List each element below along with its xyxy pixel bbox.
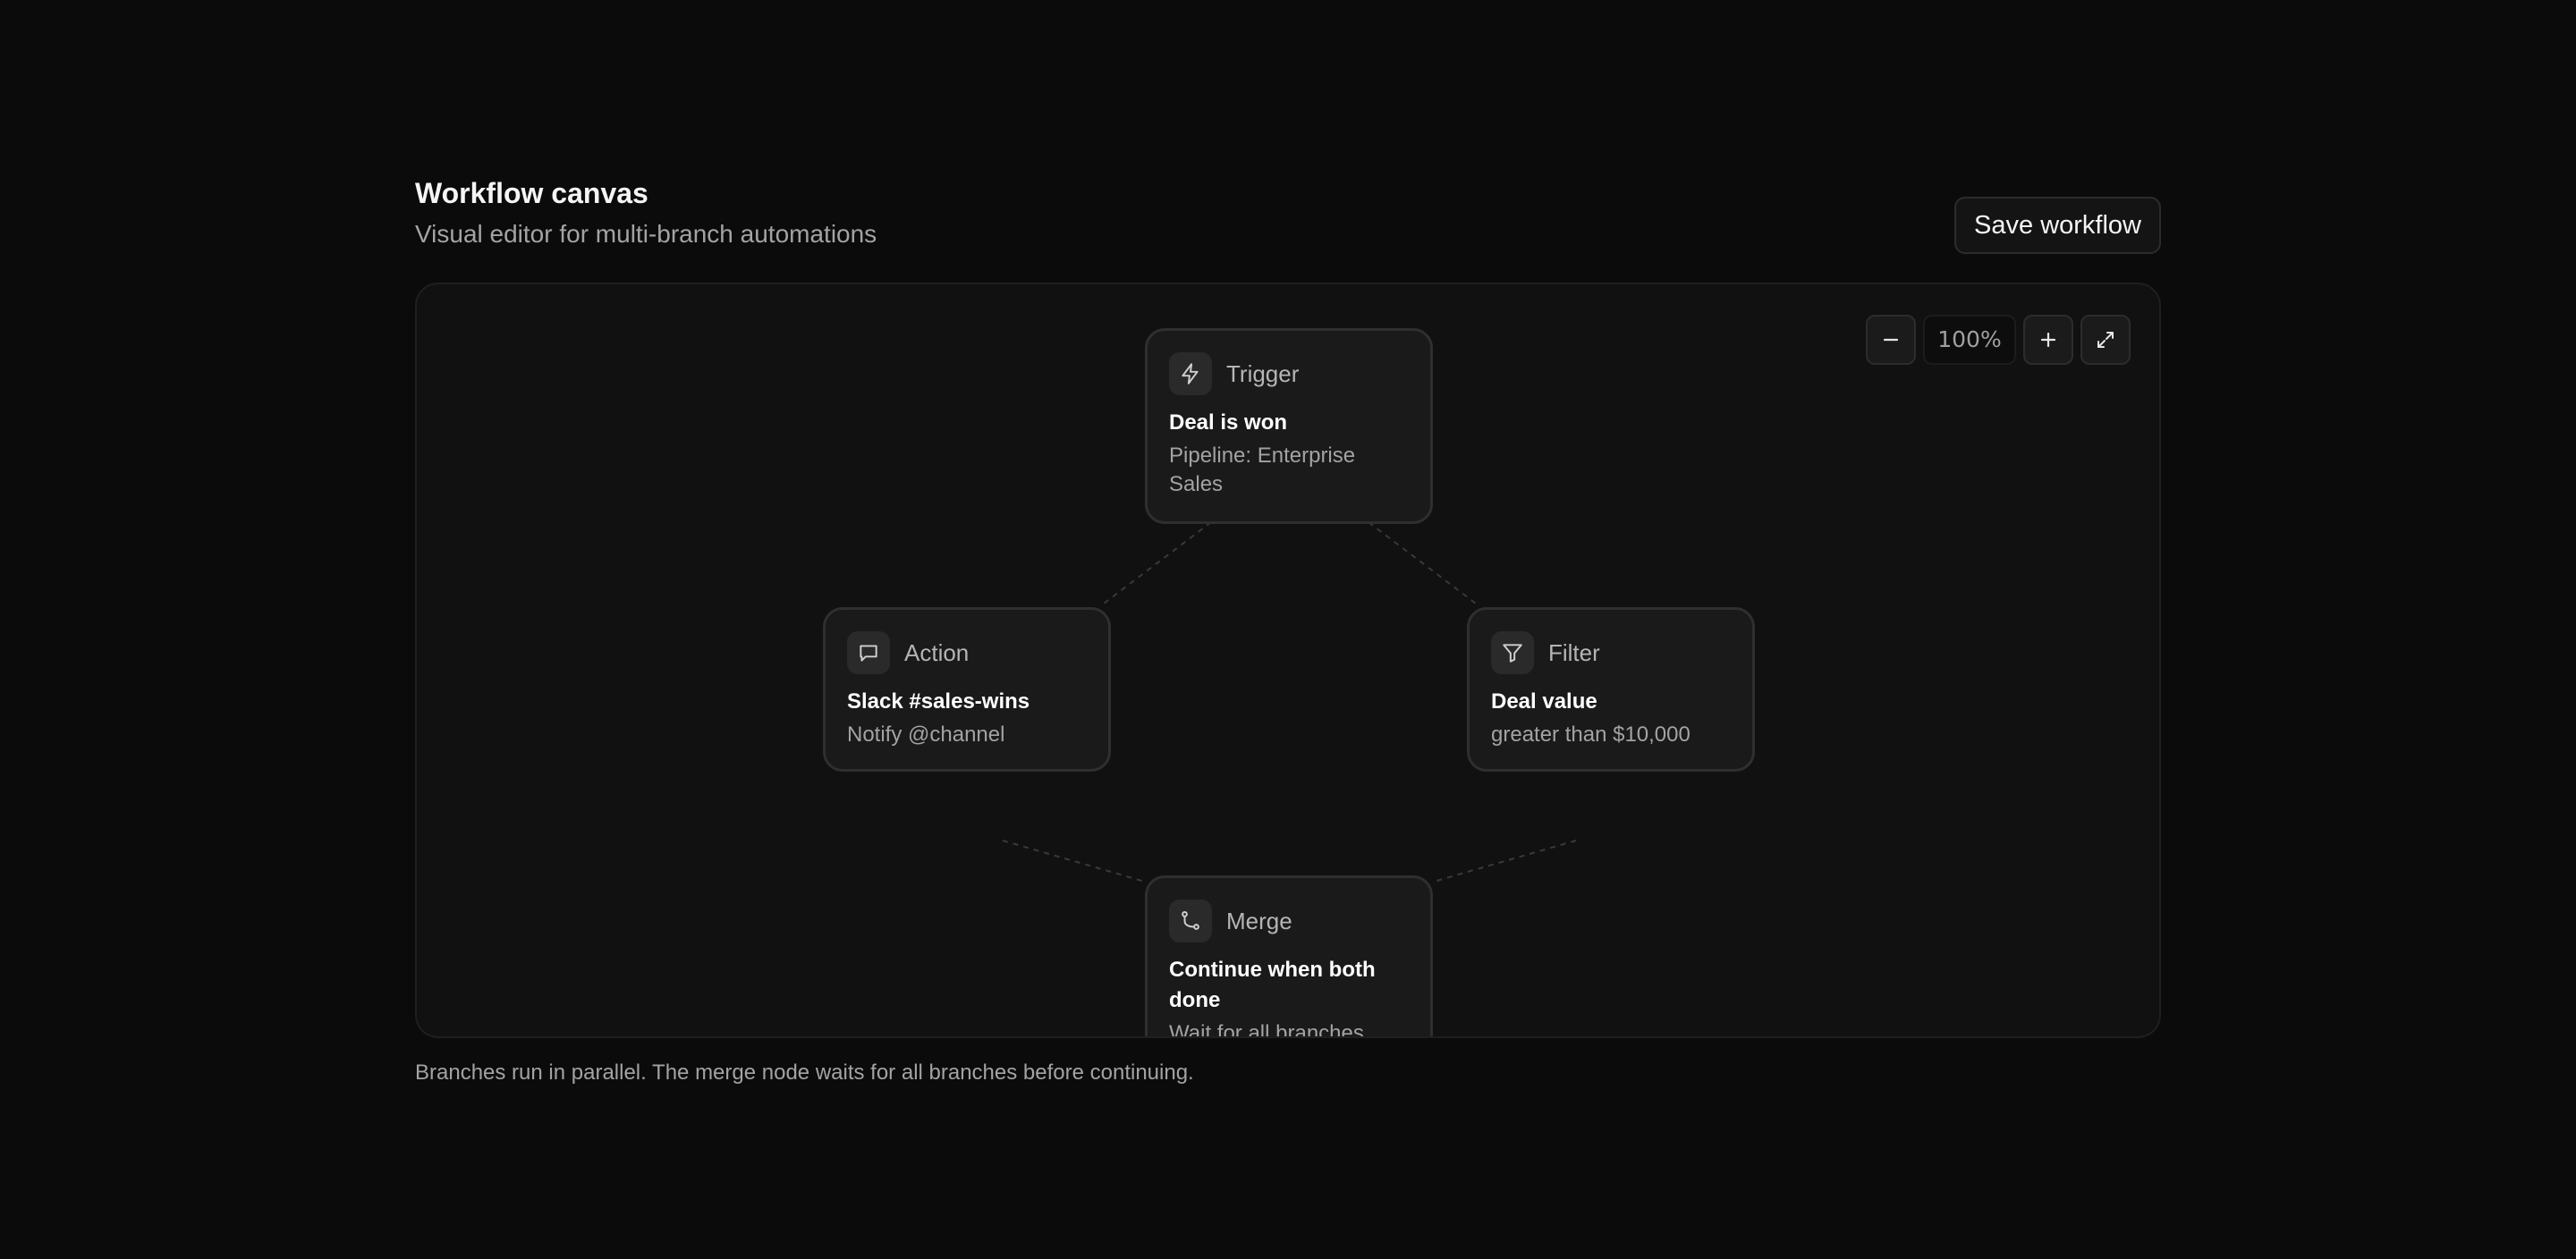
node-description: greater than $10,000 bbox=[1491, 722, 1690, 747]
connector-trigger-action bbox=[1099, 521, 1212, 607]
node-header: Action bbox=[847, 631, 1087, 674]
node-title: Continue when both done bbox=[1169, 958, 1376, 1012]
node-title: Slack #sales-wins bbox=[847, 689, 1030, 714]
node-type-label: Filter bbox=[1548, 638, 1600, 666]
canvas-footnote: Branches run in parallel. The merge node… bbox=[415, 1060, 1194, 1085]
node-title: Deal value bbox=[1491, 689, 1597, 714]
page-subtitle: Visual editor for multi-branch automatio… bbox=[415, 220, 877, 248]
zoom-controls: 100% bbox=[1866, 315, 2131, 365]
zoom-level: 100% bbox=[1923, 315, 2016, 365]
node-type-label: Trigger bbox=[1226, 359, 1300, 387]
node-filter[interactable]: Filter Deal value greater than $10,000 bbox=[1467, 607, 1755, 772]
node-title: Deal is won bbox=[1169, 410, 1288, 435]
node-trigger[interactable]: Trigger Deal is won Pipeline: Enterprise… bbox=[1145, 328, 1433, 524]
node-header: Filter bbox=[1491, 631, 1731, 674]
workflow-canvas[interactable]: 100% Trigger Deal is won Pipeline: Enter… bbox=[415, 283, 2161, 1038]
zoom-out-button[interactable] bbox=[1866, 315, 1916, 365]
node-type-label: Action bbox=[904, 638, 970, 666]
node-header: Trigger bbox=[1169, 352, 1409, 395]
lightning-icon bbox=[1169, 352, 1212, 395]
page-title: Workflow canvas bbox=[415, 177, 648, 209]
node-header: Merge bbox=[1169, 900, 1409, 942]
node-description: Pipeline: Enterprise Sales bbox=[1169, 444, 1356, 496]
node-action[interactable]: Action Slack #sales-wins Notify @channel bbox=[823, 607, 1111, 772]
connector-filter-merge bbox=[1433, 840, 1577, 883]
page-header: Workflow canvas Visual editor for multi-… bbox=[415, 173, 2161, 254]
node-description: Wait for all branches bbox=[1169, 1021, 1364, 1038]
save-workflow-button[interactable]: Save workflow bbox=[1954, 197, 2161, 254]
node-merge[interactable]: Merge Continue when both done Wait for a… bbox=[1145, 875, 1433, 1038]
zoom-in-button[interactable] bbox=[2023, 315, 2073, 365]
plus-icon bbox=[2040, 332, 2056, 348]
fullscreen-button[interactable] bbox=[2080, 315, 2131, 365]
connector-trigger-filter bbox=[1368, 521, 1480, 607]
expand-icon bbox=[2097, 332, 2114, 348]
minus-icon bbox=[1883, 338, 1899, 342]
connector-action-merge bbox=[1002, 840, 1146, 883]
merge-icon bbox=[1169, 900, 1212, 942]
message-icon bbox=[847, 631, 890, 674]
node-type-label: Merge bbox=[1226, 907, 1292, 934]
filter-icon bbox=[1491, 631, 1534, 674]
node-description: Notify @channel bbox=[847, 722, 1005, 747]
